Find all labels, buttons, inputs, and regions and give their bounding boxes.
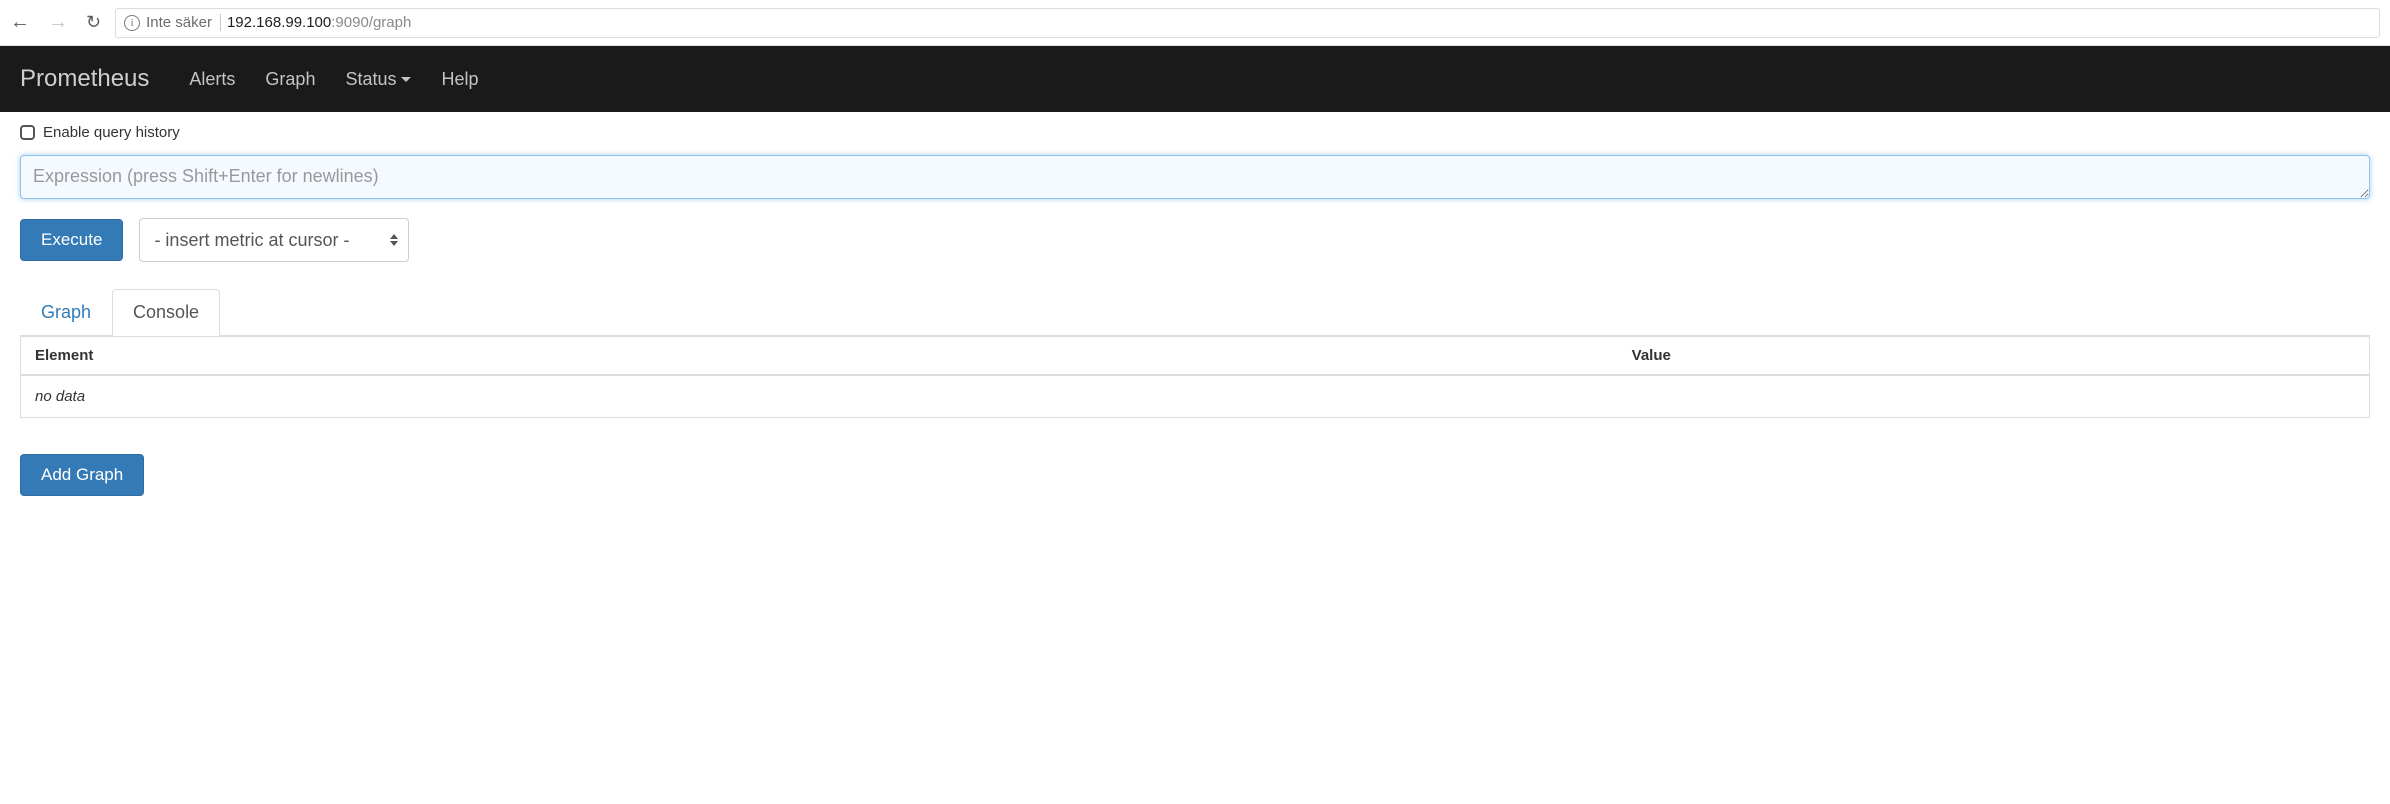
browser-toolbar: ← → ↻ i Inte säker 192.168.99.100:9090/g… (0, 0, 2390, 46)
url-text: 192.168.99.100:9090/graph (227, 14, 411, 31)
col-element: Element (21, 337, 1618, 376)
add-graph-row: Add Graph (20, 454, 2370, 496)
metric-select[interactable]: - insert metric at cursor - (139, 218, 409, 262)
checkbox-icon[interactable] (20, 125, 35, 140)
execute-button[interactable]: Execute (20, 219, 123, 261)
url-path: :9090/graph (331, 14, 411, 31)
brand[interactable]: Prometheus (20, 65, 149, 93)
nav-status[interactable]: Status (345, 69, 411, 90)
result-panel: Element Value no data (20, 336, 2370, 418)
url-host: 192.168.99.100 (227, 14, 331, 31)
metric-select-value: - insert metric at cursor - (154, 230, 349, 251)
result-table: Element Value no data (21, 336, 2369, 417)
address-bar[interactable]: i Inte säker 192.168.99.100:9090/graph (115, 8, 2380, 38)
tab-console[interactable]: Console (112, 289, 220, 336)
result-tabs: Graph Console (20, 288, 2370, 336)
nav-graph[interactable]: Graph (265, 69, 315, 90)
forward-button: → (48, 11, 68, 34)
nav-alerts[interactable]: Alerts (189, 69, 235, 90)
expression-input[interactable] (20, 155, 2370, 199)
controls-row: Execute - insert metric at cursor - (20, 218, 2370, 262)
select-arrows-icon (390, 234, 398, 246)
tab-graph[interactable]: Graph (20, 289, 112, 336)
nav-status-label: Status (345, 69, 396, 90)
empty-message: no data (21, 375, 2369, 417)
reload-button[interactable]: ↻ (86, 12, 101, 33)
chevron-down-icon (401, 77, 411, 82)
query-history-label: Enable query history (43, 124, 180, 141)
nav-help[interactable]: Help (441, 69, 478, 90)
nav-arrow-group: ← → ↻ (10, 11, 101, 34)
col-value: Value (1618, 337, 2369, 376)
info-icon[interactable]: i (124, 15, 140, 31)
security-status: Inte säker (146, 14, 221, 31)
app-navbar: Prometheus Alerts Graph Status Help (0, 46, 2390, 112)
back-button[interactable]: ← (10, 11, 30, 34)
table-row: no data (21, 375, 2369, 417)
query-history-toggle[interactable]: Enable query history (20, 124, 2370, 141)
main-container: Enable query history Execute - insert me… (0, 112, 2390, 536)
add-graph-button[interactable]: Add Graph (20, 454, 144, 496)
